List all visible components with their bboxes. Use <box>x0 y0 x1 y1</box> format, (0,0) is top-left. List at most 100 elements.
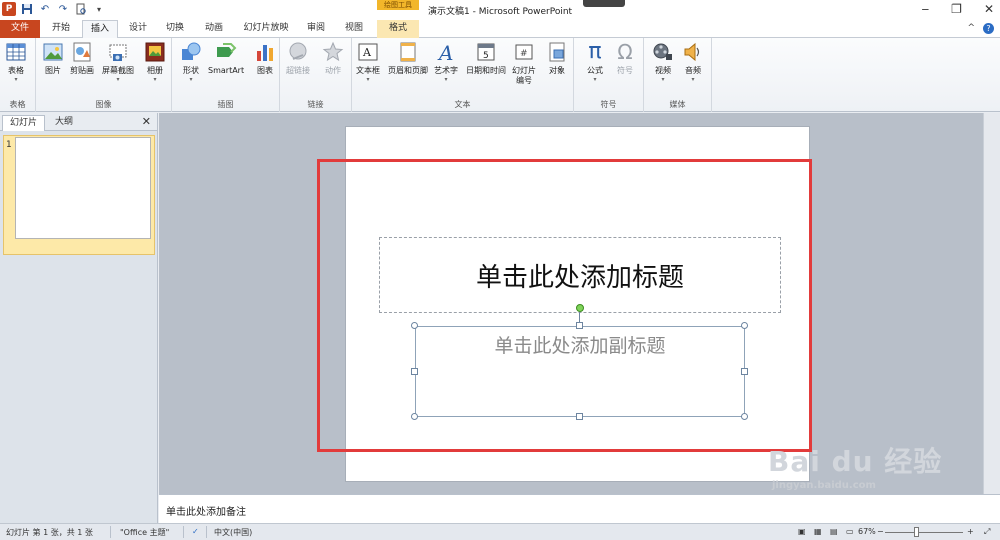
tab-file[interactable]: 文件 <box>0 20 40 38</box>
hyperlink-button[interactable]: 超链接 <box>286 41 310 76</box>
reading-view-icon[interactable]: ▤ <box>830 527 838 536</box>
status-separator <box>183 526 184 538</box>
clipart-button[interactable]: 剪贴画 <box>70 41 94 76</box>
status-separator <box>206 526 207 538</box>
minimize-icon[interactable]: ‒ <box>922 2 930 16</box>
chevron-down-icon: ▾ <box>366 76 370 83</box>
globe-icon <box>287 41 309 63</box>
tab-transitions[interactable]: 切换 <box>158 20 192 38</box>
video-button[interactable]: 视频 ▾ <box>652 41 674 84</box>
close-icon[interactable]: ✕ <box>142 115 151 128</box>
calendar-icon: 5 <box>475 41 497 63</box>
slides-pane-tabs: 幻灯片 大纲 ✕ <box>0 113 157 131</box>
equation-button[interactable]: π 公式 ▾ <box>584 41 606 84</box>
photo-album-icon <box>144 41 166 63</box>
window-controls: ‒ ❐ ✕ <box>922 2 994 16</box>
smartart-icon <box>215 41 237 63</box>
tab-view[interactable]: 视图 <box>336 20 372 38</box>
tab-slideshow[interactable]: 幻灯片放映 <box>236 20 296 38</box>
window-title: 演示文稿1 - Microsoft PowerPoint <box>428 7 573 17</box>
chart-button[interactable]: 图表 <box>254 41 276 76</box>
zoom-in-icon[interactable]: + <box>967 527 974 536</box>
textbox-icon: A <box>357 41 379 63</box>
spelling-check-icon[interactable]: ✓ <box>192 527 199 536</box>
save-icon[interactable] <box>20 2 34 16</box>
chevron-down-icon: ▾ <box>153 76 157 83</box>
picture-button[interactable]: 图片 <box>42 41 64 76</box>
table-icon <box>5 41 27 63</box>
zoom-slider-track[interactable] <box>885 532 963 533</box>
table-button[interactable]: 表格 ▾ <box>5 41 27 84</box>
watermark-brand: Bai du 经验 <box>768 445 943 478</box>
wordart-label: 艺术字 <box>434 66 458 75</box>
textbox-label: 文本框 <box>356 66 380 75</box>
clipart-icon <box>71 41 93 63</box>
screenshot-label: 屏幕截图 <box>102 66 134 75</box>
shapes-button[interactable]: 形状 ▾ <box>180 41 202 84</box>
tab-format[interactable]: 格式 <box>377 20 419 38</box>
screenshot-button[interactable]: 屏幕截图 ▾ <box>102 41 134 84</box>
fit-to-window-icon[interactable]: ⤢ <box>984 527 990 537</box>
theme-status[interactable]: "Office 主题" <box>120 527 169 538</box>
zoom-slider-handle[interactable] <box>914 527 919 537</box>
group-label-symbols: 符号 <box>600 100 617 109</box>
tab-insert[interactable]: 插入 <box>82 20 118 39</box>
group-links: 超链接 动作 链接 <box>280 38 352 112</box>
collapse-ribbon-icon[interactable]: ^ <box>967 23 975 34</box>
close-icon[interactable]: ✕ <box>984 2 994 16</box>
chart-icon <box>254 41 276 63</box>
zoom-level[interactable]: 67% <box>858 527 876 536</box>
album-button[interactable]: 相册 ▾ <box>144 41 166 84</box>
powerpoint-logo-icon[interactable]: P <box>2 2 16 16</box>
slide-sorter-icon[interactable]: ▦ <box>814 527 822 536</box>
group-symbols: π 公式 ▾ Ω 符号 符号 <box>574 38 644 112</box>
normal-view-icon[interactable]: ▣ <box>798 527 806 536</box>
slide-thumbnail[interactable] <box>15 137 151 239</box>
clipart-label: 剪贴画 <box>70 66 94 75</box>
action-button[interactable]: 动作 <box>322 41 344 76</box>
datetime-label: 日期和时间 <box>466 66 506 75</box>
tab-slides[interactable]: 幻灯片 <box>2 115 46 131</box>
undo-icon[interactable]: ↶ <box>38 2 52 16</box>
tab-outline[interactable]: 大纲 <box>48 115 80 131</box>
textbox-button[interactable]: A 文本框 ▾ <box>356 41 380 84</box>
datetime-button[interactable]: 5 日期和时间 <box>466 41 506 76</box>
contextual-tools-label: 绘图工具 <box>377 0 419 10</box>
customize-dropdown-icon[interactable]: ▾ <box>92 2 106 16</box>
symbol-button[interactable]: Ω 符号 <box>614 41 636 76</box>
action-label: 动作 <box>325 66 341 75</box>
tab-design[interactable]: 设计 <box>122 20 154 38</box>
notes-placeholder: 单击此处添加备注 <box>166 507 246 518</box>
slide-number-label-1: 幻灯片 <box>512 66 536 75</box>
slideshow-view-icon[interactable]: ▭ <box>846 527 854 536</box>
wordart-button[interactable]: A 艺术字 ▾ <box>434 41 458 84</box>
print-preview-icon[interactable] <box>74 2 88 16</box>
tab-review[interactable]: 审阅 <box>300 20 332 38</box>
slide-count-status: 幻灯片 第 1 张，共 1 张 <box>6 528 93 537</box>
header-footer-button[interactable]: 页眉和页脚 <box>388 41 428 76</box>
restore-icon[interactable]: ❐ <box>951 2 962 16</box>
action-star-icon <box>322 41 344 63</box>
object-button[interactable]: 对象 <box>546 41 568 76</box>
svg-text:5: 5 <box>483 51 489 61</box>
chevron-down-icon: ▾ <box>593 76 597 83</box>
audio-button[interactable]: 音频 ▾ <box>682 41 704 84</box>
speaker-icon <box>682 41 704 63</box>
group-label-links: 链接 <box>307 100 324 109</box>
vertical-scrollbar[interactable] <box>983 113 1000 494</box>
redo-icon[interactable]: ↷ <box>56 2 70 16</box>
tab-home[interactable]: 开始 <box>44 20 78 38</box>
help-icon[interactable]: ? <box>983 23 994 34</box>
slides-pane: 幻灯片 大纲 ✕ 1 <box>0 113 158 523</box>
slide-thumbnail-number: 1 <box>6 140 12 150</box>
smartart-button[interactable]: SmartArt <box>208 41 244 76</box>
status-separator <box>110 526 111 538</box>
slide-number-button[interactable]: # 幻灯片 编号 <box>512 41 536 86</box>
language-status[interactable]: 中文(中国) <box>214 527 252 538</box>
notes-pane[interactable]: 单击此处添加备注 <box>159 494 1000 523</box>
slide-number-icon: # <box>513 41 535 63</box>
tab-animations[interactable]: 动画 <box>196 20 232 38</box>
zoom-out-icon[interactable]: − <box>877 527 884 536</box>
overlay-thumbnail <box>583 0 625 7</box>
chevron-down-icon: ▾ <box>189 76 193 83</box>
